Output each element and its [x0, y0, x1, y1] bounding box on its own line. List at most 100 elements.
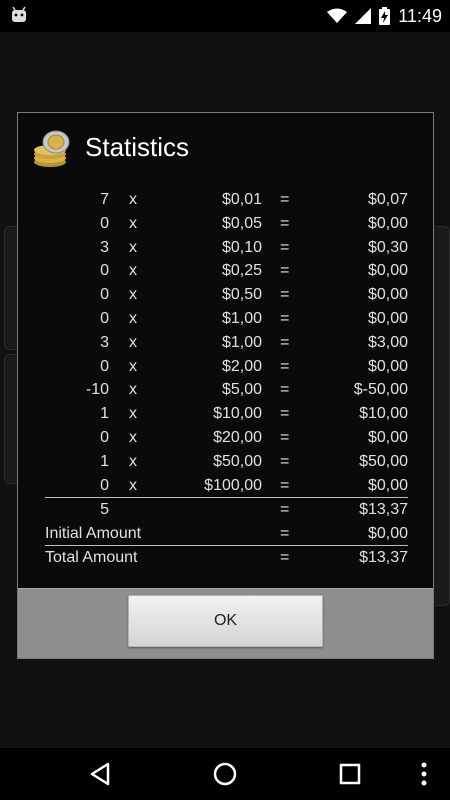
overflow-menu-icon[interactable]: [412, 758, 436, 790]
row-total: $0,00: [367, 286, 408, 304]
row-equals: =: [280, 381, 290, 399]
row-equals: =: [280, 191, 290, 208]
initial-amount-value: $0,00: [367, 525, 408, 542]
row-multiply-sign: x: [129, 452, 137, 470]
table-row: 1 x $50,00 = $50,00: [45, 451, 408, 475]
divider: [45, 545, 408, 546]
table-row: -10 x $5,00 = $-50,00: [45, 379, 408, 403]
row-total: $0,00: [367, 357, 408, 375]
total-amount-row: Total Amount = $13,37: [45, 547, 408, 571]
total-amount-label: Total Amount: [45, 549, 138, 566]
dialog-title: Statistics: [85, 132, 190, 162]
statistics-table: 7 x $0,01 = $0,07 0 x $0,05 = $0,00 3 x $0,10 = $0,30 0…: [45, 189, 408, 498]
row-denomination: $50,00: [213, 452, 262, 470]
row-denomination: $10,00: [213, 405, 262, 423]
status-time: 11:49: [398, 5, 442, 26]
row-count: 1: [100, 405, 109, 423]
table-row: 0 x $0,50 = $0,00: [45, 284, 408, 308]
row-equals: =: [280, 405, 290, 423]
table-row: 0 x $20,00 = $0,00: [45, 427, 408, 451]
row-denomination: $1,00: [221, 333, 262, 351]
row-denomination: $0,25: [221, 262, 262, 280]
row-count: 0: [100, 262, 109, 280]
row-denomination: $100,00: [204, 476, 262, 494]
row-count: 3: [100, 333, 109, 351]
initial-amount-row: Initial Amount = $0,00: [45, 523, 408, 547]
android-debug-icon: [12, 6, 26, 22]
row-multiply-sign: x: [129, 238, 137, 256]
initial-amount-label: Initial Amount: [45, 525, 142, 542]
ok-button[interactable]: OK: [128, 595, 323, 647]
row-multiply-sign: x: [129, 476, 137, 494]
row-denomination: $2,00: [221, 357, 262, 375]
row-denomination: $0,05: [221, 214, 262, 232]
row-total: $10,00: [359, 405, 408, 423]
back-icon[interactable]: [84, 758, 116, 790]
table-row: 0 x $0,05 = $0,00: [45, 213, 408, 237]
row-total: $0,00: [367, 428, 408, 446]
row-total: $0,00: [367, 262, 408, 280]
row-multiply-sign: x: [129, 191, 137, 208]
row-denomination: $0,50: [221, 286, 262, 304]
row-count: 0: [100, 476, 109, 494]
row-total: $0,00: [367, 214, 408, 232]
navigation-bar: [0, 748, 450, 800]
dialog-header: Statistics: [18, 113, 433, 181]
table-row: 0 x $2,00 = $0,00: [45, 356, 408, 380]
row-total: $3,00: [367, 333, 408, 351]
row-equals: =: [280, 238, 290, 256]
table-row: 7 x $0,01 = $0,07: [45, 189, 408, 213]
row-equals: =: [280, 428, 290, 446]
row-denomination: $0,10: [221, 238, 262, 256]
row-multiply-sign: x: [129, 309, 137, 327]
total-amount-value: $13,37: [359, 549, 408, 566]
row-equals: =: [280, 214, 290, 232]
row-count: 1: [100, 452, 109, 470]
row-count: 0: [100, 286, 109, 304]
row-multiply-sign: x: [129, 333, 137, 351]
sum-count: 5: [100, 501, 109, 518]
row-count: 3: [100, 238, 109, 256]
row-multiply-sign: x: [129, 405, 137, 423]
row-total: $50,00: [359, 452, 408, 470]
sum-row: 5 = $13,37: [45, 499, 408, 523]
row-equals: =: [280, 476, 290, 494]
initial-amount-equals: =: [280, 525, 290, 542]
row-total: $-50,00: [353, 381, 408, 399]
table-row: 0 x $1,00 = $0,00: [45, 308, 408, 332]
row-equals: =: [280, 333, 290, 351]
row-multiply-sign: x: [129, 381, 137, 399]
table-row: 0 x $100,00 = $0,00: [45, 475, 408, 499]
row-denomination: $0,01: [221, 191, 262, 208]
row-multiply-sign: x: [129, 262, 137, 280]
row-count: -10: [85, 381, 109, 399]
home-icon[interactable]: [209, 758, 241, 790]
row-equals: =: [280, 309, 290, 327]
table-row: 3 x $1,00 = $3,00: [45, 332, 408, 356]
row-equals: =: [280, 452, 290, 470]
row-total: $0,00: [367, 309, 408, 327]
divider: [45, 497, 408, 498]
row-count: 0: [100, 214, 109, 232]
row-count: 0: [100, 428, 109, 446]
row-total: $0,30: [367, 238, 408, 256]
row-equals: =: [280, 357, 290, 375]
row-count: 7: [100, 191, 109, 208]
row-denomination: $20,00: [213, 428, 262, 446]
row-count: 0: [100, 357, 109, 375]
row-equals: =: [280, 286, 290, 304]
table-row: 0 x $0,25 = $0,00: [45, 260, 408, 284]
row-count: 0: [100, 309, 109, 327]
dialog-footer: OK: [18, 588, 433, 658]
row-denomination: $1,00: [221, 309, 262, 327]
wifi-icon: [327, 8, 348, 23]
statistics-dialog: Statistics 7 x $0,01 = $0,07 0 x $0,05 = $0,00 3 x $…: [17, 112, 434, 659]
row-total: $0,07: [367, 191, 408, 208]
row-multiply-sign: x: [129, 286, 137, 304]
sum-equals: =: [280, 501, 290, 518]
row-multiply-sign: x: [129, 357, 137, 375]
recents-icon[interactable]: [334, 758, 366, 790]
row-total: $0,00: [367, 476, 408, 494]
row-denomination: $5,00: [221, 381, 262, 399]
table-row: 1 x $10,00 = $10,00: [45, 403, 408, 427]
